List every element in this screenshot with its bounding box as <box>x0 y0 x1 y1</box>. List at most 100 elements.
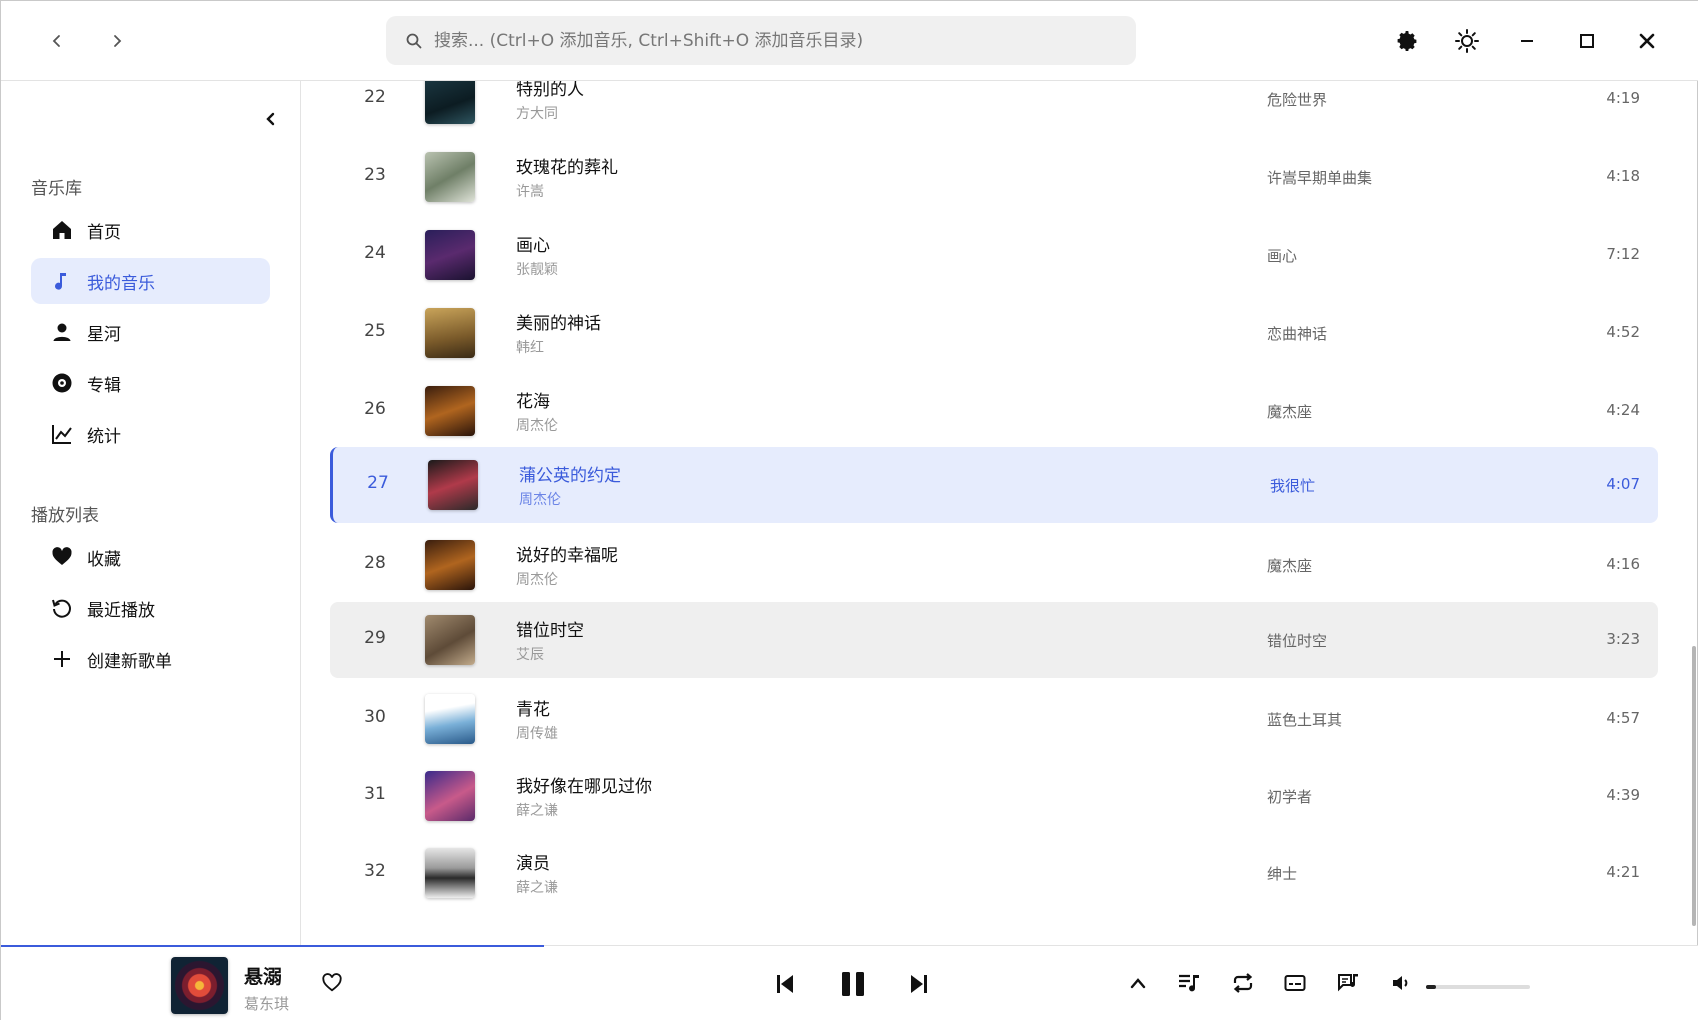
track-number: 28 <box>364 553 386 573</box>
song-list: 22 特别的人 方大同 危险世界 4:19 23 玫瑰花的葬礼 许嵩 许嵩早期单… <box>302 81 1687 945</box>
song-artist: 薛之谦 <box>516 880 558 896</box>
search-bar[interactable] <box>386 16 1136 65</box>
scrollbar[interactable] <box>1690 81 1698 943</box>
sidebar-item-label: 星河 <box>87 324 121 345</box>
lyrics-button[interactable] <box>1335 970 1361 996</box>
playlist-queue-button[interactable] <box>1176 970 1202 996</box>
song-row[interactable]: 25 美丽的神话 韩红 恋曲神话 4:52 <box>330 295 1658 371</box>
song-artist: 周杰伦 <box>519 492 561 508</box>
now-playing-title: 悬溺 <box>244 966 283 988</box>
sidebar-item-recent[interactable]: 最近播放 <box>31 585 270 631</box>
repeat-icon <box>1233 973 1253 993</box>
song-album: 魔杰座 <box>1267 557 1313 575</box>
song-album: 画心 <box>1267 247 1298 265</box>
search-icon <box>406 33 422 48</box>
sidebar-item-favorites[interactable]: 收藏 <box>31 534 270 580</box>
minimize-icon <box>1521 40 1533 42</box>
song-row[interactable]: 22 特别的人 方大同 危险世界 4:19 <box>330 81 1658 137</box>
track-number: 23 <box>364 165 386 185</box>
repeat-button[interactable] <box>1230 970 1256 996</box>
song-album: 我很忙 <box>1270 477 1316 495</box>
album-cover <box>425 152 475 202</box>
song-row[interactable]: 23 玫瑰花的葬礼 许嵩 许嵩早期单曲集 4:18 <box>330 139 1658 215</box>
maximize-button[interactable] <box>1567 21 1607 61</box>
song-album: 蓝色土耳其 <box>1267 711 1343 729</box>
song-artist: 韩红 <box>516 340 544 356</box>
sidebar-item-home[interactable]: 首页 <box>31 207 270 253</box>
sidebar-item-stats[interactable]: 统计 <box>31 411 270 457</box>
song-duration: 4:07 <box>1606 475 1640 493</box>
sidebar: 音乐库 首页 我的音乐 星河 专辑 统计 播放列表 收藏 最近播放 创建新歌单 <box>1 81 301 945</box>
progress-bar[interactable] <box>1 945 1698 947</box>
song-artist: 周杰伦 <box>516 418 558 434</box>
album-cover <box>425 81 475 124</box>
sidebar-item-label: 收藏 <box>87 549 121 570</box>
back-button[interactable] <box>39 23 75 59</box>
song-title: 玫瑰花的葬礼 <box>516 158 618 178</box>
sidebar-item-label: 我的音乐 <box>87 273 155 294</box>
theme-toggle-button[interactable] <box>1447 21 1487 61</box>
track-number: 31 <box>364 784 386 804</box>
song-row-hovered[interactable]: 29 错位时空 艾辰 错位时空 3:23 <box>330 602 1658 678</box>
song-row[interactable]: 28 说好的幸福呢 周杰伦 魔杰座 4:16 <box>330 527 1658 603</box>
song-duration: 4:19 <box>1606 89 1640 107</box>
chart-icon <box>51 423 73 445</box>
sidebar-item-albums[interactable]: 专辑 <box>31 360 270 406</box>
search-input[interactable] <box>434 30 1124 51</box>
track-number: 25 <box>364 321 386 341</box>
sidebar-item-label: 创建新歌单 <box>87 651 172 672</box>
next-track-button[interactable] <box>905 970 933 998</box>
song-row[interactable]: 30 青花 周传雄 蓝色土耳其 4:57 <box>330 681 1658 757</box>
song-artist: 方大同 <box>516 106 558 122</box>
song-album: 危险世界 <box>1267 91 1328 109</box>
music-note-icon <box>51 270 73 292</box>
sidebar-item-new-playlist[interactable]: 创建新歌单 <box>31 636 270 682</box>
song-duration: 4:39 <box>1606 786 1640 804</box>
song-row[interactable]: 31 我好像在哪见过你 薛之谦 初学者 4:39 <box>330 758 1658 834</box>
lyrics-icon <box>1338 974 1358 992</box>
sidebar-item-my-music[interactable]: 我的音乐 <box>31 258 270 304</box>
song-title: 美丽的神话 <box>516 314 601 334</box>
volume-button[interactable] <box>1388 970 1414 996</box>
track-number: 26 <box>364 399 386 419</box>
maximize-icon <box>1580 34 1594 48</box>
scroll-thumb[interactable] <box>1692 646 1696 926</box>
expand-player-button[interactable] <box>1125 970 1151 996</box>
plus-icon <box>51 648 73 670</box>
song-artist: 薛之谦 <box>516 803 558 819</box>
song-artist: 张靓颖 <box>516 262 558 278</box>
skip-next-icon <box>911 975 927 993</box>
song-title: 画心 <box>516 236 550 256</box>
song-row[interactable]: 32 演员 薛之谦 绅士 4:21 <box>330 835 1658 911</box>
song-album: 绅士 <box>1267 865 1298 883</box>
song-duration: 7:12 <box>1606 245 1640 263</box>
song-title: 错位时空 <box>516 621 584 641</box>
pause-icon <box>842 972 864 996</box>
minimize-button[interactable] <box>1507 21 1547 61</box>
settings-button[interactable] <box>1387 21 1427 61</box>
album-cover <box>425 230 475 280</box>
previous-track-button[interactable] <box>771 970 799 998</box>
sidebar-item-label: 统计 <box>87 426 121 447</box>
sidebar-item-label: 首页 <box>87 222 121 243</box>
forward-button[interactable] <box>99 23 135 59</box>
library-section-title: 音乐库 <box>31 179 82 199</box>
track-number: 24 <box>364 243 386 263</box>
favorite-button[interactable] <box>319 970 345 996</box>
close-button[interactable] <box>1627 21 1667 61</box>
chevron-left-icon <box>266 112 275 126</box>
collapse-sidebar-button[interactable] <box>259 107 283 131</box>
song-title: 青花 <box>516 700 550 720</box>
song-row[interactable]: 24 画心 张靓颖 画心 7:12 <box>330 217 1658 293</box>
now-playing-cover[interactable] <box>171 957 228 1014</box>
sun-icon <box>1455 29 1479 53</box>
sidebar-item-artists[interactable]: 星河 <box>31 309 270 355</box>
song-row[interactable]: 26 花海 周杰伦 魔杰座 4:24 <box>330 373 1658 449</box>
heart-icon <box>51 546 73 568</box>
song-artist: 许嵩 <box>516 184 544 200</box>
pause-button[interactable] <box>835 966 871 1002</box>
player-bar: 悬溺 葛东琪 <box>1 945 1698 1020</box>
volume-slider[interactable] <box>1426 985 1530 989</box>
subtitle-button[interactable] <box>1282 970 1308 996</box>
song-row-playing[interactable]: 27 蒲公英的约定 周杰伦 我很忙 4:07 <box>330 447 1658 523</box>
